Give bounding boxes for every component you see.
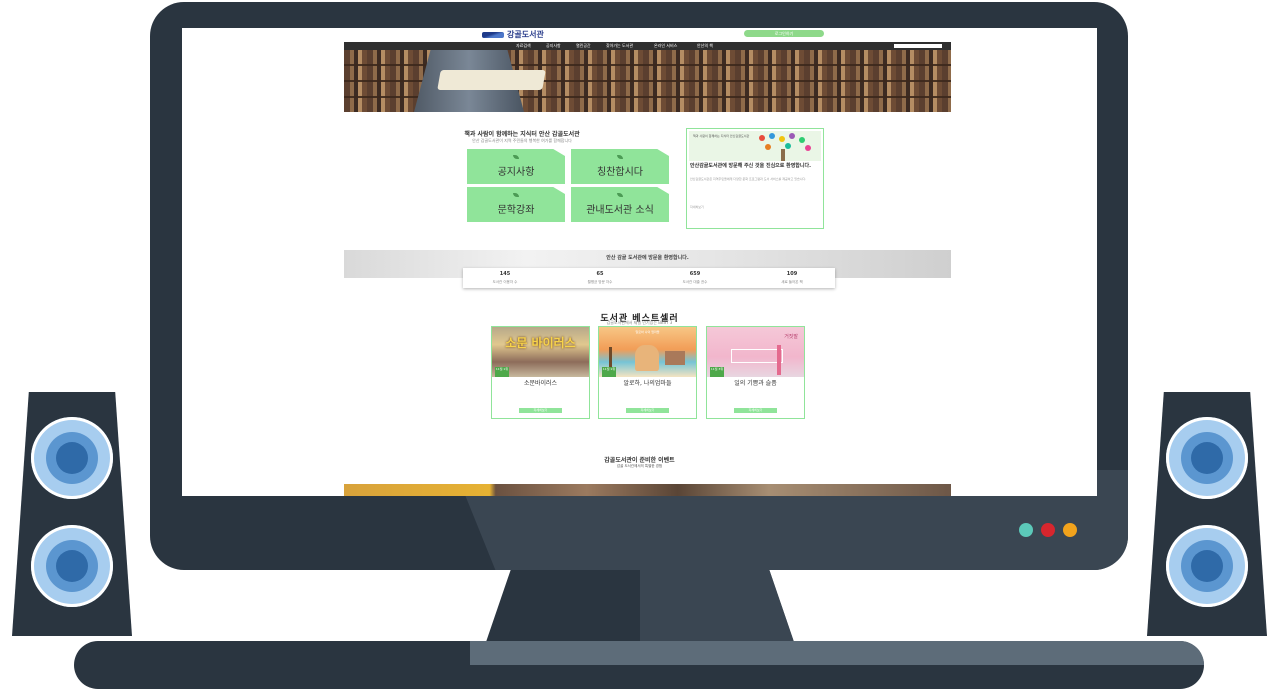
chat-bubble-icon	[789, 133, 795, 139]
left-speaker-woofer-icon	[31, 525, 113, 607]
main-nav: 자료검색 공지사항 열린공간 찾아가는 도서관 온라인 서비스 안산의 책	[344, 42, 951, 50]
power-led-amber	[1063, 523, 1077, 537]
book-detail-button[interactable]: 자세히보기	[519, 408, 562, 413]
monitor-stand-shade	[640, 570, 794, 642]
tile-literature[interactable]: 문학강좌	[467, 187, 565, 222]
site-logo[interactable]: 강골도서관	[482, 29, 544, 41]
chat-bubble-icon	[805, 145, 811, 151]
stat-users-value: 145	[499, 271, 511, 277]
card-body: 안산감골도서관은 지역주민들에게 다양한 문화 프로그램과 도서 서비스를 제공…	[690, 177, 807, 181]
events-title: 감골도서관이 준비한 이벤트	[604, 457, 675, 464]
power-led-teal	[1019, 523, 1033, 537]
stat-users: 145 도서관 이용자 수	[465, 271, 545, 285]
nav-item-ansan-book[interactable]: 안산의 책	[697, 42, 713, 50]
power-led-red	[1041, 523, 1055, 537]
leaf-icon	[513, 154, 519, 159]
stat-visitors-value: 65	[596, 271, 604, 277]
book-card[interactable]: 소문 바이러스 11월 1위 소문바이러스 자세히보기	[491, 326, 590, 419]
rank-badge: 11월 1위	[602, 367, 616, 377]
leaf-icon	[513, 192, 519, 197]
tile-praise[interactable]: 칭찬합시다	[571, 149, 669, 184]
tree-trunk-icon	[781, 149, 785, 161]
character-illustration	[635, 345, 659, 371]
chat-bubble-icon	[785, 143, 791, 149]
chat-bubble-icon	[769, 133, 775, 139]
book-card[interactable]: 거짓말 11월 3위 일의 기쁨과 슬픔 자세히보기	[706, 326, 805, 419]
tile-notice-label: 공지사항	[497, 166, 535, 178]
chat-bubble-icon	[759, 135, 765, 141]
right-speaker	[1147, 392, 1267, 636]
events-subtitle: 감골 도서관에서의 특별한 경험	[616, 464, 663, 468]
open-book-icon	[437, 70, 546, 90]
chat-bubble-icon	[765, 144, 771, 150]
book-detail-button[interactable]: 자세히보기	[734, 408, 777, 413]
left-speaker	[12, 392, 132, 636]
book-cover-title: 알로하 나의 엄마들	[635, 330, 660, 334]
stat-loans: 659 도서관 대출 권수	[655, 271, 735, 285]
welcome-card: 책과 사람이 함께하는 지식터 안산감골도서관 안산감골도서관에 방문해 주신 …	[686, 128, 824, 229]
house-icon	[665, 351, 685, 365]
right-speaker-woofer-icon	[1166, 525, 1248, 607]
building-illustration	[731, 349, 783, 363]
chat-bubble-icon	[799, 137, 805, 143]
tile-praise-label: 칭찬합시다	[597, 166, 643, 178]
book-detail-button[interactable]: 자세히보기	[626, 408, 669, 413]
nav-item-mobile-library[interactable]: 찾아가는 도서관	[606, 42, 633, 50]
about-title: 책과 사람이 함께하는 지식터 안산 감골도서관	[464, 131, 580, 138]
welcome-text: 안산 감골 도서관에 방문을 환영합니다.	[606, 255, 689, 261]
stat-visitors: 65 월평균 방문 자수	[560, 271, 640, 285]
card-image-caption: 책과 사람이 함께하는 지식터 안산감골도서관	[693, 134, 750, 138]
book-title: 소문바이러스	[523, 380, 558, 387]
nav-item-notice[interactable]: 공지사항	[546, 42, 561, 50]
stats-bar: 145 도서관 이용자 수 65 월평균 방문 자수 659 도서관 대출 권수…	[463, 268, 835, 288]
stat-new-books-value: 109	[786, 271, 798, 277]
tile-branch-news-label: 관내도서관 소식	[586, 204, 654, 216]
book-title: 알로하, 나의엄마들	[623, 380, 672, 387]
stat-new-books-label: 새로 들어온 책	[781, 280, 803, 284]
hero-banner-image	[344, 50, 951, 112]
monitor-screen: 강골도서관 로그인하기 자료검색 공지사항 열린공간 찾아가는 도서관 온라인 …	[182, 28, 1097, 496]
stat-loans-label: 도서관 대출 권수	[682, 280, 708, 284]
left-speaker-tweeter-icon	[31, 417, 113, 499]
events-image-strip	[344, 484, 951, 496]
site-header	[344, 28, 951, 42]
stat-visitors-label: 월평균 방문 자수	[587, 280, 613, 284]
stat-loans-value: 659	[689, 271, 701, 277]
book-title: 일의 기쁨과 슬픔	[734, 380, 777, 387]
chat-bubble-icon	[779, 136, 785, 142]
nav-item-search[interactable]: 자료검색	[516, 42, 531, 50]
stat-new-books: 109 새로 들어온 책	[752, 271, 832, 285]
book-cover-title: 소문 바이러스	[505, 336, 576, 350]
about-subtitle: 안산 감골도서관이 지역 주민들의 행복한 여가를 함께합니다	[472, 138, 572, 143]
book-cover-title: 거짓말	[784, 334, 798, 340]
monitor-base-highlight	[470, 641, 1204, 665]
pillar-icon	[777, 345, 781, 375]
tile-literature-label: 문학강좌	[497, 204, 535, 216]
stat-users-label: 도서관 이용자 수	[492, 280, 518, 284]
card-title: 안산감골도서관에 방문해 주신 것을 진심으로 환영합니다.	[690, 163, 812, 169]
rank-badge: 11월 3위	[710, 367, 724, 377]
tile-branch-news[interactable]: 관내도서관 소식	[571, 187, 669, 222]
tile-notice[interactable]: 공지사항	[467, 149, 565, 184]
card-more-link[interactable]: 자세히보기	[690, 205, 704, 209]
library-logo-icon	[482, 31, 504, 38]
nav-item-open-space[interactable]: 열린공간	[576, 42, 591, 50]
book-card[interactable]: 알로하 나의 엄마들 11월 1위 알로하, 나의엄마들 자세히보기	[598, 326, 697, 419]
knowledge-tree-image: 책과 사람이 함께하는 지식터 안산감골도서관	[689, 131, 821, 161]
rank-badge: 11월 1위	[495, 367, 509, 377]
nav-search-input[interactable]	[894, 44, 942, 48]
nav-item-online-service[interactable]: 온라인 서비스	[654, 42, 677, 50]
right-speaker-tweeter-icon	[1166, 417, 1248, 499]
site-logo-text: 강골도서관	[507, 30, 544, 39]
login-button[interactable]: 로그인하기	[744, 30, 824, 37]
leaf-icon	[617, 192, 623, 197]
leaf-icon	[617, 154, 623, 159]
